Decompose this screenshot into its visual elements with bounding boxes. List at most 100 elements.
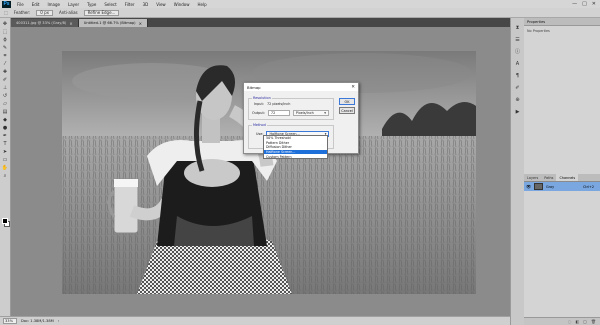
shape-tool-icon[interactable]: ▭	[1, 156, 9, 163]
menu-window[interactable]: Window	[170, 2, 194, 7]
load-selection-icon[interactable]: ◌	[568, 319, 572, 324]
output-units-value: Pixels/Inch	[295, 111, 314, 115]
resolution-legend: Resolution	[252, 96, 272, 100]
window-controls: — □ ✕	[572, 1, 600, 7]
panel-bottom-bar: ◌ ◧ ▢ 🗑	[524, 317, 600, 325]
menu-layer[interactable]: Layer	[64, 2, 83, 7]
antialias-checkbox[interactable]: Anti-alias	[59, 10, 78, 15]
ok-button[interactable]: OK	[339, 98, 355, 105]
output-units-select[interactable]: Pixels/Inch ▾	[292, 110, 329, 116]
properties-empty-text: No Properties	[527, 29, 550, 33]
tab-label: Untitled-1 @ 66.7% (Bitmap)	[83, 21, 136, 25]
tab-channels[interactable]: Channels	[556, 174, 579, 181]
tab-document-1[interactable]: 400311.jpg @ 33% (Gray/8) ×	[11, 19, 79, 27]
eye-icon[interactable]: 👁	[526, 184, 531, 189]
dodge-tool-icon[interactable]: ●	[1, 124, 9, 131]
canvas-area[interactable]	[11, 27, 510, 316]
new-channel-icon[interactable]: ▢	[583, 319, 587, 324]
info-icon[interactable]: ⓘ	[514, 48, 522, 55]
status-arrow-icon[interactable]: ›	[58, 319, 59, 323]
input-row: Input: 72 pixels/inch	[254, 102, 290, 106]
foreground-color-swatch[interactable]	[2, 218, 8, 224]
eraser-tool-icon[interactable]: ▱	[1, 100, 9, 107]
properties-panel-title: Properties	[524, 18, 600, 26]
chevron-down-icon: ▾	[324, 111, 326, 115]
output-label: Output:	[252, 111, 265, 115]
character-icon[interactable]: A	[514, 60, 522, 67]
menu-image[interactable]: Image	[43, 2, 64, 7]
menu-file[interactable]: File	[13, 2, 28, 7]
actions-icon[interactable]: ▶	[514, 108, 522, 115]
panel-icon-strip: ⧗ ☰ ⓘ A ¶ ✐ ⊕ ▶	[510, 18, 524, 325]
tab-label: 400311.jpg @ 33% (Gray/8)	[16, 21, 67, 25]
close-icon[interactable]: ×	[69, 21, 72, 26]
right-panels: Properties No Properties Layers Paths Ch…	[524, 18, 600, 325]
save-selection-icon[interactable]: ◧	[575, 319, 579, 324]
brush-tool-icon[interactable]: ✐	[1, 76, 9, 83]
pen-tool-icon[interactable]: ✒	[1, 132, 9, 139]
lasso-tool-icon[interactable]: ϕ	[1, 36, 9, 43]
doc-size: Doc: 1.38M/1.38M	[21, 319, 54, 323]
marquee-tool-icon[interactable]: ⬚	[1, 28, 9, 35]
tab-paths[interactable]: Paths	[541, 174, 556, 181]
close-window-button[interactable]: ✕	[592, 1, 596, 7]
marquee-tool-icon[interactable]: ⬚	[4, 10, 8, 15]
move-tool-icon[interactable]: ✥	[1, 20, 9, 27]
blur-tool-icon[interactable]: ◆	[1, 116, 9, 123]
input-label: Input:	[254, 102, 264, 106]
menu-filter[interactable]: Filter	[121, 2, 139, 7]
options-bar: ⬚ Feather: 0 px Anti-alias Refine Edge..…	[0, 8, 600, 18]
method-legend: Method	[252, 123, 267, 127]
stamp-tool-icon[interactable]: ⊥	[1, 84, 9, 91]
menu-3d[interactable]: 3D	[139, 2, 153, 7]
method-dropdown-list: 50% Threshold Pattern Dither Diffusion D…	[263, 135, 328, 159]
channel-thumbnail	[534, 183, 543, 190]
menu-type[interactable]: Type	[83, 2, 100, 7]
app-logo: Ps	[2, 0, 11, 8]
feather-input[interactable]: 0 px	[36, 9, 53, 16]
document-tabs: 400311.jpg @ 33% (Gray/8) × Untitled-1 @…	[11, 18, 510, 27]
method-option-custom-pattern[interactable]: Custom Pattern	[264, 154, 327, 159]
quick-select-tool-icon[interactable]: ✎	[1, 44, 9, 51]
type-tool-icon[interactable]: T	[1, 140, 9, 147]
clone-source-icon[interactable]: ⊕	[514, 96, 522, 103]
layers-panel-tabs: Layers Paths Channels	[524, 174, 600, 182]
zoom-field[interactable]: 33%	[3, 318, 17, 324]
status-bar: 33% Doc: 1.38M/1.38M ›	[0, 316, 510, 325]
menu-select[interactable]: Select	[100, 2, 120, 7]
close-icon[interactable]: ×	[139, 21, 142, 26]
feather-label: Feather:	[13, 10, 31, 15]
tab-layers[interactable]: Layers	[524, 174, 541, 181]
healing-tool-icon[interactable]: ✚	[1, 68, 9, 75]
menu-bar: Ps File Edit Image Layer Type Select Fil…	[0, 0, 600, 8]
input-value: 72 pixels/inch	[266, 102, 291, 106]
gradient-tool-icon[interactable]: ▤	[1, 108, 9, 115]
eyedropper-tool-icon[interactable]: ⁄	[1, 60, 9, 67]
output-row: Output: 72 Pixels/Inch ▾	[252, 110, 329, 116]
brush-panel-icon[interactable]: ✐	[514, 84, 522, 91]
channel-row-gray[interactable]: 👁 Gray Ctrl+2	[524, 182, 600, 191]
history-brush-tool-icon[interactable]: ↺	[1, 92, 9, 99]
maximize-button[interactable]: □	[582, 1, 587, 7]
trash-icon[interactable]: 🗑	[591, 319, 596, 324]
cancel-button[interactable]: Cancel	[339, 107, 355, 114]
menu-help[interactable]: Help	[193, 2, 210, 7]
channel-shortcut: Ctrl+2	[582, 184, 594, 189]
menu-edit[interactable]: Edit	[28, 2, 44, 7]
properties-icon[interactable]: ☰	[514, 36, 522, 43]
crop-tool-icon[interactable]: ⌗	[1, 52, 9, 59]
output-input[interactable]: 72	[267, 110, 290, 116]
refine-edge-button[interactable]: Refine Edge...	[83, 9, 120, 16]
path-select-tool-icon[interactable]: ➤	[1, 148, 9, 155]
close-icon[interactable]: ✕	[351, 85, 355, 90]
channel-name: Gray	[546, 184, 555, 189]
menu-view[interactable]: View	[152, 2, 170, 7]
zoom-tool-icon[interactable]: ⌕	[1, 172, 9, 179]
minimize-button[interactable]: —	[572, 1, 577, 7]
paragraph-icon[interactable]: ¶	[514, 72, 522, 79]
dialog-title-bar: Bitmap ✕	[244, 83, 358, 91]
hand-tool-icon[interactable]: ✋	[1, 164, 9, 171]
dialog-title: Bitmap	[247, 84, 261, 90]
tab-document-2[interactable]: Untitled-1 @ 66.7% (Bitmap) ×	[78, 19, 148, 27]
history-icon[interactable]: ⧗	[514, 24, 522, 31]
